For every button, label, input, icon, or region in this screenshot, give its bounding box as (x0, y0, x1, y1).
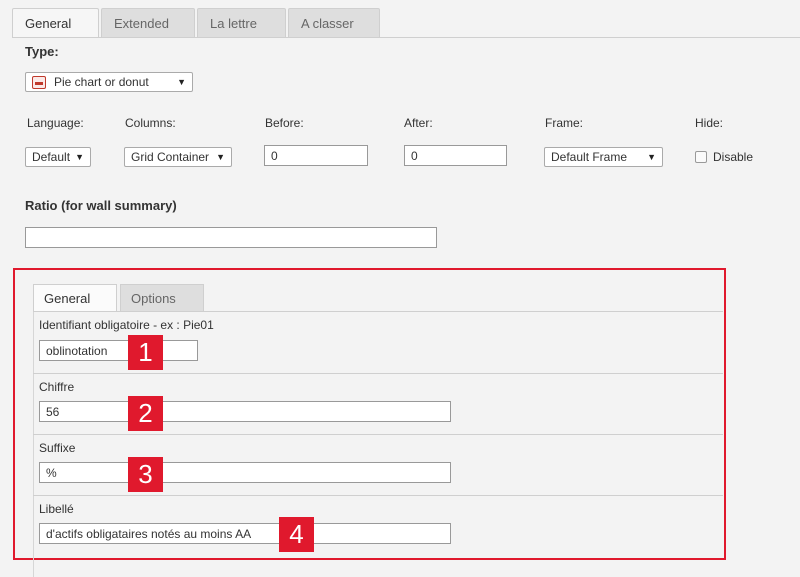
tab-general[interactable]: General (12, 8, 99, 38)
columns-label: Columns: (125, 116, 176, 130)
tab-a-classer[interactable]: A classer (288, 8, 380, 37)
libelle-label: Libellé (39, 502, 74, 516)
before-label: Before: (265, 116, 304, 130)
chevron-down-icon: ▼ (647, 152, 656, 162)
annotation-badge-1: 1 (128, 335, 163, 370)
suffixe-input[interactable]: % (39, 462, 451, 483)
panel-left-border (33, 311, 34, 577)
disable-checkbox-label: Disable (713, 150, 754, 164)
language-label: Language: (27, 116, 84, 130)
type-select[interactable]: Pie chart or donut ▼ (25, 72, 193, 92)
language-select-value: Default (32, 150, 71, 164)
annotation-badge-4: 4 (279, 517, 314, 552)
pie-chart-icon (32, 75, 46, 89)
tab-divider (12, 37, 800, 38)
disable-checkbox[interactable] (695, 151, 707, 163)
field-separator (33, 495, 723, 496)
frame-select-value: Default Frame (551, 150, 628, 164)
chevron-down-icon: ▼ (216, 152, 225, 162)
frame-label: Frame: (545, 116, 584, 130)
suffixe-label: Suffixe (39, 441, 76, 455)
libelle-input[interactable]: d'actifs obligataires notés au moins AA (39, 523, 451, 544)
columns-select[interactable]: Grid Container ▼ (124, 147, 232, 167)
tab-la-lettre[interactable]: La lettre (197, 8, 286, 37)
field-separator (33, 434, 723, 435)
annotation-badge-2: 2 (128, 396, 163, 431)
after-label: After: (404, 116, 433, 130)
top-tab-bar: General Extended La lettre A classer (12, 8, 382, 38)
inner-tab-options[interactable]: Options (120, 284, 204, 311)
ratio-input[interactable] (25, 227, 437, 248)
type-select-value: Pie chart or donut (54, 75, 149, 89)
chevron-down-icon: ▼ (75, 152, 84, 162)
inner-tab-divider (33, 311, 723, 312)
type-label: Type: (25, 44, 59, 59)
identifiant-input[interactable]: oblinotation (39, 340, 198, 361)
hide-label: Hide: (695, 116, 724, 130)
inner-tab-bar: General Options (33, 284, 207, 311)
field-separator (33, 373, 723, 374)
chiffre-label: Chiffre (39, 380, 75, 394)
before-input[interactable]: 0 (264, 145, 368, 166)
frame-select[interactable]: Default Frame ▼ (544, 147, 663, 167)
chiffre-input[interactable]: 56 (39, 401, 451, 422)
identifiant-label: Identifiant obligatoire - ex : Pie01 (39, 318, 214, 332)
ratio-label: Ratio (for wall summary) (25, 198, 177, 213)
annotation-badge-3: 3 (128, 457, 163, 492)
chevron-down-icon: ▼ (177, 77, 186, 87)
after-input[interactable]: 0 (404, 145, 507, 166)
columns-select-value: Grid Container (131, 150, 210, 164)
language-select[interactable]: Default ▼ (25, 147, 91, 167)
inner-tab-general[interactable]: General (33, 284, 117, 311)
tab-extended[interactable]: Extended (101, 8, 195, 37)
